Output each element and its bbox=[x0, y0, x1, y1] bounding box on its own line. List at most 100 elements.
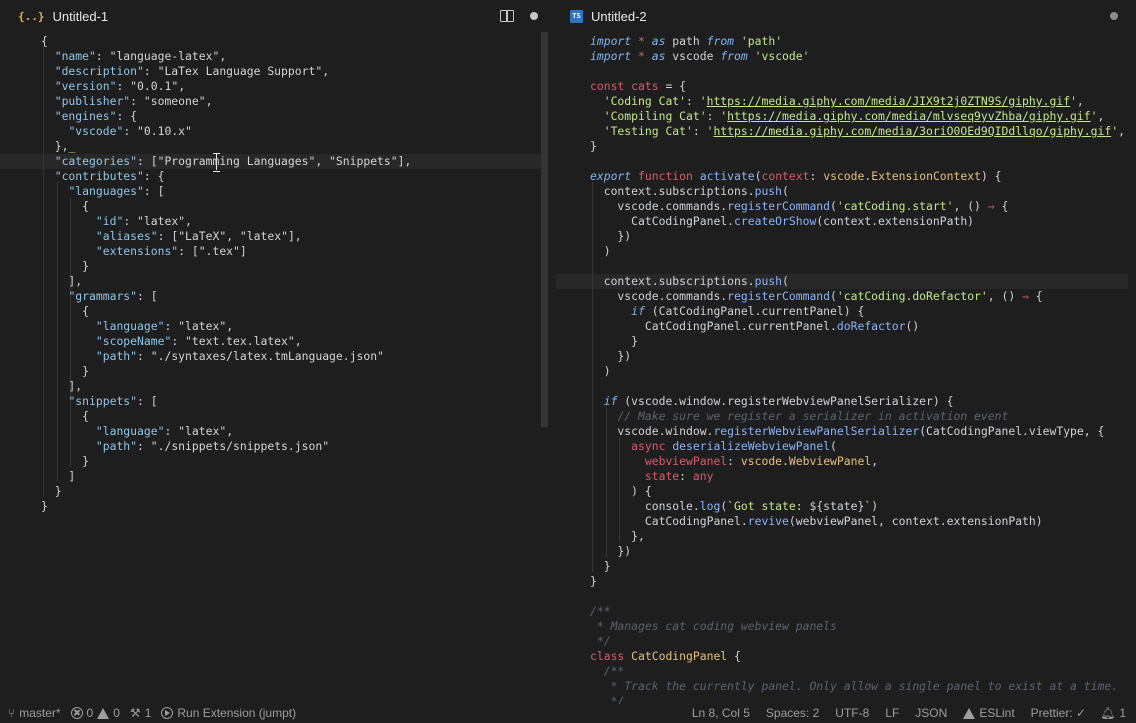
code-token: state bbox=[644, 469, 680, 483]
code-token: , () bbox=[953, 199, 988, 213]
code-token: , bbox=[1118, 124, 1125, 138]
code-line: async deserializeWebviewPanel( bbox=[590, 439, 837, 454]
run-extension-button[interactable]: Run Extension (jumpt) bbox=[156, 706, 301, 720]
code-line: ) bbox=[590, 244, 611, 259]
code-line: 'Coding Cat': 'https://media.giphy.com/m… bbox=[590, 94, 1084, 109]
code-token: "publisher" bbox=[54, 94, 131, 108]
tools-status[interactable]: ⚒ 1 bbox=[125, 706, 156, 720]
editor-tabbar-left: {..} Untitled-1 bbox=[0, 0, 556, 32]
code-token: createOrShow bbox=[734, 214, 817, 228]
code-token: : bbox=[130, 94, 144, 108]
notifications-button[interactable]: 🔔︎ 1 bbox=[1094, 706, 1132, 720]
warning-icon bbox=[97, 707, 110, 719]
code-token: ( bbox=[830, 199, 837, 213]
code-token: "someone" bbox=[143, 94, 206, 108]
code-line: ], bbox=[41, 274, 82, 289]
typescript-editor[interactable]: import * as path from 'path' import * as … bbox=[556, 32, 1136, 704]
code-line: "language": "latex", bbox=[41, 424, 233, 439]
code-token: : [ bbox=[137, 289, 158, 303]
code-token: activate bbox=[699, 169, 755, 183]
code-token: "0.0.1" bbox=[130, 79, 179, 93]
encoding-setting[interactable]: UTF-8 bbox=[827, 706, 877, 720]
code-token: https://media.giphy.com/media/mlvseq9yvZ… bbox=[727, 109, 1091, 123]
tools-count: 1 bbox=[144, 706, 152, 720]
editor-scrollbar[interactable] bbox=[541, 32, 548, 427]
code-token: }) bbox=[590, 544, 632, 558]
code-line: vscode.commands.registerCommand('catCodi… bbox=[590, 289, 1042, 304]
code-line: } bbox=[41, 499, 48, 514]
code-token: "scopeName" bbox=[95, 334, 172, 348]
code-token: "language-latex" bbox=[109, 49, 220, 63]
code-token: "latex" bbox=[178, 424, 227, 438]
code-token: function bbox=[638, 169, 693, 183]
code-token: 'vscode' bbox=[754, 49, 810, 63]
eol-setting[interactable]: LF bbox=[877, 706, 907, 720]
code-token: /** bbox=[603, 664, 625, 678]
tab-actions-left bbox=[500, 10, 538, 22]
indentation-setting[interactable]: Spaces: 2 bbox=[758, 706, 827, 720]
split-editor-icon[interactable] bbox=[500, 10, 514, 22]
code-line: } bbox=[590, 139, 597, 154]
code-token: , bbox=[205, 94, 213, 108]
code-line: context.subscriptions.push( bbox=[590, 184, 789, 199]
code-token: const bbox=[590, 79, 625, 93]
code-token: "engines" bbox=[54, 109, 117, 123]
code-line: "languages": [ bbox=[41, 184, 164, 199]
code-line: export function activate(context: vscode… bbox=[590, 169, 1002, 184]
code-token: ${state} bbox=[809, 499, 865, 513]
json-editor[interactable]: { "name": "language-latex", "description… bbox=[0, 32, 550, 704]
code-line: /** bbox=[590, 664, 625, 679]
code-token: * Manages cat coding webview panels bbox=[590, 619, 837, 633]
unsaved-dot-icon[interactable] bbox=[1110, 12, 1118, 20]
tab-untitled-1[interactable]: Untitled-1 bbox=[53, 9, 109, 24]
code-token: ( bbox=[830, 439, 837, 453]
code-token: : bbox=[679, 469, 693, 483]
tab-untitled-2[interactable]: Untitled-2 bbox=[591, 9, 647, 24]
language-mode[interactable]: JSON bbox=[907, 706, 955, 720]
code-token: , bbox=[226, 229, 240, 243]
code-token: https://media.giphy.com/media/3oriO0OEd9… bbox=[713, 124, 1112, 138]
code-token: } bbox=[41, 499, 48, 513]
code-token: }) bbox=[590, 349, 632, 363]
code-line: "scopeName": "text.tex.latex", bbox=[41, 334, 302, 349]
branch-status[interactable]: ⑂ master* bbox=[0, 706, 66, 720]
code-token: export bbox=[590, 169, 632, 183]
unsaved-dot-icon[interactable] bbox=[530, 12, 538, 20]
code-token: ) bbox=[590, 244, 611, 258]
code-token: class bbox=[590, 649, 625, 663]
code-line: } bbox=[41, 454, 89, 469]
code-token: }) bbox=[590, 229, 632, 243]
code-token: push bbox=[754, 274, 783, 288]
code-token: , bbox=[226, 319, 234, 333]
code-token: cats bbox=[631, 79, 659, 93]
code-token: ( bbox=[830, 289, 837, 303]
code-token: : [ bbox=[178, 244, 199, 258]
code-token: 'catCoding.start' bbox=[836, 199, 954, 213]
prettier-status[interactable]: Prettier: ✓ bbox=[1023, 706, 1094, 720]
code-token: { bbox=[41, 34, 48, 48]
problems-status[interactable]: 0 0 bbox=[66, 706, 125, 720]
code-token: _ bbox=[68, 139, 76, 153]
code-token: : bbox=[686, 94, 700, 108]
code-token: vscode.commands. bbox=[590, 289, 728, 303]
code-line: }) bbox=[590, 229, 631, 244]
code-token: ExtensionContext bbox=[871, 169, 981, 183]
code-line: }) bbox=[590, 349, 631, 364]
code-token: 'Compiling Cat' bbox=[603, 109, 707, 123]
code-token: : { bbox=[116, 109, 138, 123]
code-token: as bbox=[651, 34, 666, 48]
cursor-position[interactable]: Ln 8, Col 5 bbox=[684, 706, 758, 720]
code-token: "categories" bbox=[54, 154, 138, 168]
code-token: : bbox=[137, 439, 151, 453]
eslint-status[interactable]: ESLint bbox=[955, 706, 1022, 720]
code-token: ], bbox=[287, 229, 302, 243]
